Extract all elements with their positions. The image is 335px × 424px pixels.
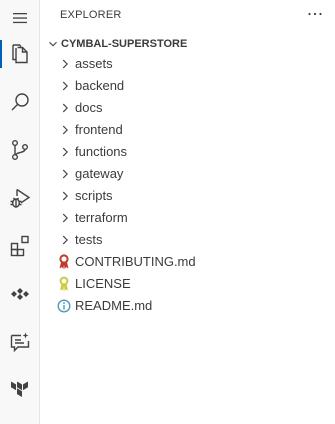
- explorer-title: EXPLORER: [60, 9, 122, 21]
- file-label: LICENSE: [75, 276, 131, 291]
- explorer-icon[interactable]: [0, 36, 40, 72]
- chevron-right-icon: [62, 147, 68, 157]
- more-actions-icon[interactable]: [305, 4, 325, 24]
- tree-folder[interactable]: docs: [40, 97, 335, 119]
- dots-diamond-icon[interactable]: [0, 276, 40, 312]
- tree-folder[interactable]: functions: [40, 141, 335, 163]
- tree-folder[interactable]: scripts: [40, 185, 335, 207]
- tree-folder[interactable]: terraform: [40, 207, 335, 229]
- folder-label: docs: [75, 100, 103, 115]
- workspace-name: CYMBAL-SUPERSTORE: [61, 38, 188, 50]
- folder-label: functions: [75, 144, 128, 159]
- chevron-right-icon: [62, 235, 68, 245]
- chevron-right-icon: [62, 191, 68, 201]
- folder-label: scripts: [75, 188, 113, 203]
- license-key-icon: [56, 276, 72, 292]
- chevron-right-icon: [62, 103, 68, 113]
- folder-label: terraform: [75, 210, 128, 225]
- chevron-right-icon: [62, 169, 68, 179]
- workspace-section-header[interactable]: CYMBAL-SUPERSTORE: [46, 34, 187, 54]
- source-control-icon[interactable]: [0, 132, 40, 168]
- activity-bar: [0, 0, 40, 424]
- folder-label: tests: [75, 232, 103, 247]
- file-label: CONTRIBUTING.md: [75, 254, 196, 269]
- info-icon: [56, 298, 72, 314]
- file-label: README.md: [75, 298, 153, 313]
- tree-folder[interactable]: frontend: [40, 119, 335, 141]
- run-debug-icon[interactable]: [0, 180, 40, 216]
- chevron-right-icon: [62, 59, 68, 69]
- tree-folder[interactable]: tests: [40, 229, 335, 251]
- tree-folder[interactable]: backend: [40, 75, 335, 97]
- extensions-icon[interactable]: [0, 228, 40, 264]
- folder-label: frontend: [75, 122, 123, 137]
- explorer-sidebar: EXPLORER CYMBAL-SUPERSTORE assets backen…: [40, 0, 335, 424]
- tree-folder[interactable]: gateway: [40, 163, 335, 185]
- terraform-icon[interactable]: [0, 372, 40, 408]
- folder-label: gateway: [75, 166, 124, 181]
- chevron-right-icon: [62, 81, 68, 91]
- menu-icon[interactable]: [0, 0, 40, 36]
- folder-label: backend: [75, 78, 125, 93]
- chevron-right-icon: [62, 125, 68, 135]
- comment-sparkle-icon[interactable]: [0, 324, 40, 360]
- chevron-right-icon: [62, 213, 68, 223]
- folder-label: assets: [75, 56, 113, 71]
- tree-file[interactable]: README.md: [40, 295, 335, 317]
- search-icon[interactable]: [0, 84, 40, 120]
- ribbon-icon: [56, 254, 72, 270]
- tree-file[interactable]: LICENSE: [40, 273, 335, 295]
- tree-folder[interactable]: assets: [40, 53, 335, 75]
- chevron-down-icon: [49, 41, 57, 47]
- tree-file[interactable]: CONTRIBUTING.md: [40, 251, 335, 273]
